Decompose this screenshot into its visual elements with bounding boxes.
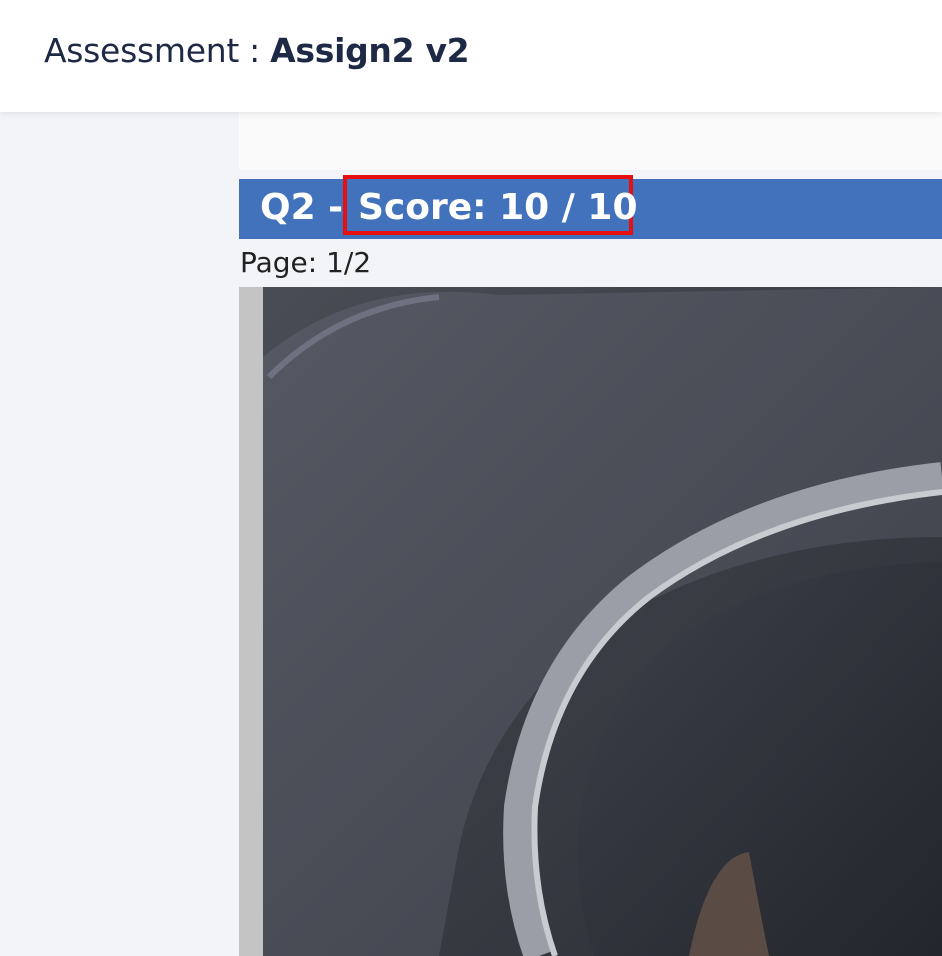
assessment-title-prefix: Assessment :: [44, 31, 271, 70]
assessment-name: Assign2 v2: [270, 31, 470, 70]
sidebar: [0, 112, 239, 956]
score-highlight-box: Score: 10 / 10: [343, 175, 638, 235]
top-bar: Assessment : Assign2 v2: [0, 0, 942, 112]
submission-photo-graphic: [239, 287, 942, 956]
assessment-title: Assessment : Assign2 v2: [44, 31, 470, 70]
question-header: Q2 - Score: 10 / 10: [239, 175, 942, 239]
main-content: Q2 - Score: 10 / 10 Page: 1/2: [239, 112, 942, 956]
submission-photo[interactable]: [239, 287, 942, 956]
page-indicator: Page: 1/2: [240, 246, 372, 279]
question-score: Score: 10 / 10: [358, 187, 638, 228]
toolbar-strip: [239, 112, 942, 170]
question-label: Q2 -: [260, 187, 344, 228]
